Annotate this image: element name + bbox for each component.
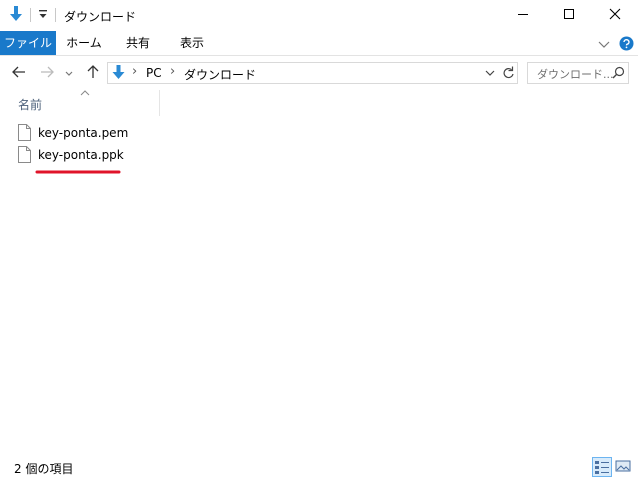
column-divider[interactable] xyxy=(159,90,160,116)
expand-ribbon-icon[interactable] xyxy=(598,38,610,52)
up-button[interactable] xyxy=(82,62,104,84)
title-separator xyxy=(30,8,31,22)
help-icon[interactable] xyxy=(619,36,634,54)
download-folder-icon[interactable] xyxy=(8,5,24,26)
maximize-icon xyxy=(563,8,575,23)
tab-view[interactable]: 表示 xyxy=(166,31,218,55)
tab-file[interactable]: ファイル xyxy=(0,31,56,55)
search-box[interactable]: ダウンロード... xyxy=(527,62,629,84)
column-header: 名前 xyxy=(0,90,638,116)
file-icon xyxy=(18,146,31,166)
column-name-header[interactable]: 名前 xyxy=(18,96,42,113)
item-count: 2 個の項目 xyxy=(14,462,74,476)
refresh-icon[interactable] xyxy=(502,65,516,84)
back-arrow-icon xyxy=(12,66,26,81)
forward-arrow-icon xyxy=(40,66,54,81)
address-history-dropdown-icon[interactable] xyxy=(485,66,495,83)
large-icons-view-button[interactable] xyxy=(614,457,634,477)
breadcrumb-downloads[interactable]: ダウンロード xyxy=(184,66,256,83)
details-view-button[interactable] xyxy=(592,457,612,477)
window-title: ダウンロード xyxy=(64,10,137,24)
file-name: key-ponta.pem xyxy=(38,126,129,140)
close-icon xyxy=(609,8,621,23)
file-name: key-ponta.ppk xyxy=(38,148,124,162)
title-separator xyxy=(55,8,56,22)
highlight-underline xyxy=(35,164,121,178)
list-item[interactable]: key-ponta.ppk xyxy=(16,144,156,166)
status-bar: 2 個の項目 xyxy=(0,455,638,479)
search-placeholder: ダウンロード... xyxy=(537,68,614,81)
list-item[interactable]: key-ponta.pem xyxy=(16,122,156,144)
address-bar[interactable]: › PC › ダウンロード xyxy=(107,62,518,84)
close-button[interactable] xyxy=(592,0,638,31)
quick-access-dropdown-icon[interactable] xyxy=(38,9,48,24)
recent-locations-button[interactable] xyxy=(62,62,76,84)
back-button[interactable] xyxy=(8,62,30,84)
download-folder-icon xyxy=(111,65,126,84)
breadcrumb-separator-icon[interactable]: › xyxy=(132,64,137,79)
sort-ascending-icon xyxy=(80,86,90,100)
maximize-button[interactable] xyxy=(546,0,592,31)
file-icon xyxy=(18,124,31,144)
tab-home[interactable]: ホーム xyxy=(58,31,110,55)
details-view-icon xyxy=(593,461,611,479)
ribbon: ファイル ホーム 共有 表示 xyxy=(0,31,638,56)
minimize-button[interactable] xyxy=(500,0,546,31)
breadcrumb-pc[interactable]: PC xyxy=(146,66,162,80)
search-icon[interactable] xyxy=(612,66,625,83)
minimize-icon xyxy=(517,8,529,23)
breadcrumb-separator-icon[interactable]: › xyxy=(170,64,175,79)
large-icons-view-icon xyxy=(614,460,632,478)
up-arrow-icon xyxy=(87,64,99,82)
forward-button[interactable] xyxy=(36,62,58,84)
tab-share[interactable]: 共有 xyxy=(112,31,164,55)
chevron-down-icon xyxy=(65,66,73,80)
title-bar: ダウンロード xyxy=(0,0,638,31)
